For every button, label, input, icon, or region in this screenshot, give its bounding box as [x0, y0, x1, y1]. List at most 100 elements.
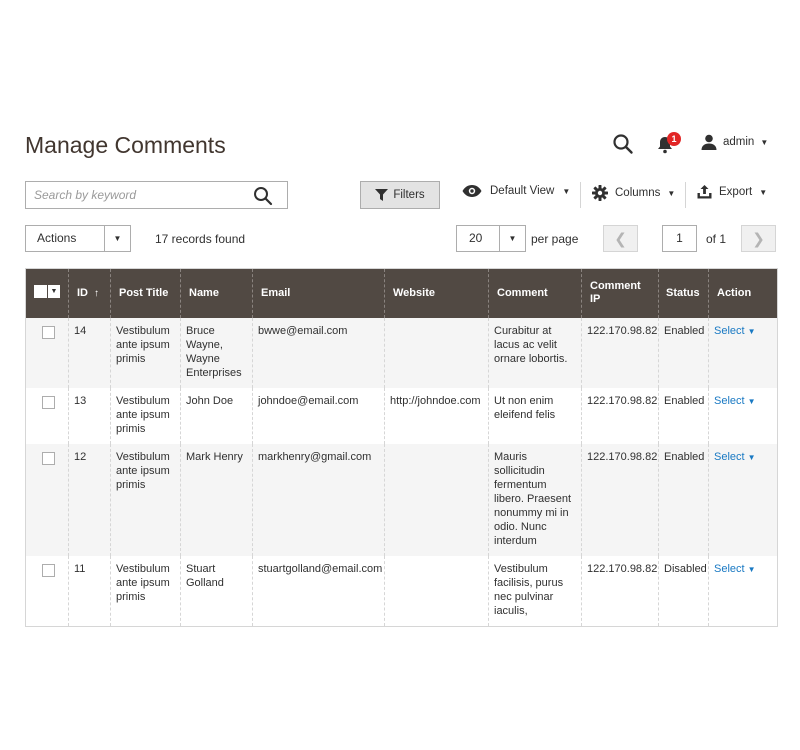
column-header-comment-ip[interactable]: Comment IP: [581, 268, 659, 318]
chevron-down-icon: ▼: [747, 452, 756, 462]
cell-post-title[interactable]: Vestibulum ante ipsum primis: [110, 317, 181, 388]
cell-action: Select ▼: [708, 443, 778, 556]
chevron-down-icon: ▼: [48, 284, 60, 298]
cell-name: John Doe: [180, 387, 253, 444]
toolbar-divider: [685, 182, 686, 208]
column-header-comment[interactable]: Comment: [488, 268, 582, 318]
row-checkbox[interactable]: [42, 451, 55, 465]
export-selector[interactable]: Export ▼: [697, 185, 767, 199]
page-number-input[interactable]: 1: [662, 225, 697, 252]
admin-user-menu[interactable]: admin ▼: [701, 134, 768, 150]
mass-select-header[interactable]: ▼: [25, 268, 69, 318]
cell-email[interactable]: bwwe@email.com: [252, 317, 385, 388]
cell-status: Enabled: [658, 387, 709, 444]
cell-comment: Curabitur at lacus ac velit ornare lobor…: [488, 317, 582, 388]
row-action-select[interactable]: Select ▼: [714, 451, 756, 463]
table-row: 14 Vestibulum ante ipsum primis Bruce Wa…: [25, 317, 778, 388]
search-icon[interactable]: [253, 186, 273, 206]
cell-email[interactable]: markhenry@gmail.com: [252, 443, 385, 556]
funnel-icon: [375, 189, 389, 201]
keyword-search-field[interactable]: [25, 181, 288, 209]
row-checkbox[interactable]: [42, 395, 55, 409]
cell-website[interactable]: http://johndoe.com: [384, 387, 489, 444]
cell-comment-ip: 122.170.98.82: [581, 555, 659, 626]
total-pages-label: of 1: [706, 232, 727, 246]
filters-button[interactable]: Filters: [360, 181, 440, 209]
cell-post-title[interactable]: Vestibulum ante ipsum primis: [110, 443, 181, 556]
cell-id: 14: [68, 317, 111, 388]
cell-name: Mark Henry: [180, 443, 253, 556]
column-header-status[interactable]: Status: [658, 268, 709, 318]
cell-action: Select ▼: [708, 555, 778, 626]
row-checkbox[interactable]: [42, 563, 55, 577]
per-page-select[interactable]: 20 ▼: [456, 225, 526, 252]
chevron-down-icon: ▼: [747, 564, 756, 574]
cell-name: Stuart Golland: [180, 555, 253, 626]
toolbar-divider: [580, 182, 581, 208]
column-header-name[interactable]: Name: [180, 268, 253, 318]
chevron-down-icon: ▼: [562, 186, 571, 196]
mass-select-checkbox[interactable]: ▼: [34, 284, 60, 298]
view-selector[interactable]: Default View ▼: [462, 185, 570, 197]
notifications-count-badge: 1: [667, 132, 681, 146]
cell-name: Bruce Wayne, Wayne Enterprises: [180, 317, 253, 388]
column-header-action: Action: [708, 268, 778, 318]
page-title: Manage Comments: [25, 132, 226, 158]
actions-label: Actions: [37, 231, 77, 245]
notifications-bell-icon[interactable]: 1: [656, 132, 682, 155]
cell-action: Select ▼: [708, 387, 778, 444]
previous-page-button[interactable]: ❮: [603, 225, 638, 252]
column-header-email[interactable]: Email: [252, 268, 385, 318]
row-select-cell: [25, 443, 69, 556]
table-row: 13 Vestibulum ante ipsum primis John Doe…: [25, 387, 778, 444]
cell-comment-ip: 122.170.98.82: [581, 443, 659, 556]
chevron-left-icon: ❮: [614, 230, 627, 248]
chevron-right-icon: ❯: [752, 230, 765, 248]
column-header-post-title[interactable]: Post Title: [110, 268, 181, 318]
chevron-down-icon: ▼: [760, 137, 769, 147]
row-select-cell: [25, 555, 69, 626]
column-header-website[interactable]: Website: [384, 268, 489, 318]
mass-actions-dropdown[interactable]: Actions ▼: [25, 225, 131, 252]
comments-grid: ▼ ID ↑ Post Title Name Email Website Comm…: [25, 268, 778, 627]
export-label: Export: [719, 186, 753, 198]
records-found-count: 17 records found: [155, 232, 246, 246]
chevron-down-icon: ▼: [667, 188, 676, 198]
global-search-icon[interactable]: [612, 133, 634, 155]
cell-email[interactable]: stuartgolland@email.com: [252, 555, 385, 626]
cell-email[interactable]: johndoe@email.com: [252, 387, 385, 444]
cell-comment: Mauris sollicitudin fermentum libero. Pr…: [488, 443, 582, 556]
table-row: 11 Vestibulum ante ipsum primis Stuart G…: [25, 555, 778, 626]
search-input[interactable]: [26, 182, 241, 208]
cell-status: Disabled: [658, 555, 709, 626]
row-action-select[interactable]: Select ▼: [714, 395, 756, 407]
cell-website[interactable]: [384, 555, 489, 626]
row-checkbox[interactable]: [42, 325, 55, 339]
admin-username: admin: [723, 136, 755, 148]
grid-header-row: ▼ ID ↑ Post Title Name Email Website Comm…: [25, 268, 778, 318]
cell-comment: Ut non enim eleifend felis: [488, 387, 582, 444]
sort-arrow-up-icon: ↑: [94, 287, 99, 299]
eye-icon: [462, 185, 482, 197]
next-page-button[interactable]: ❯: [741, 225, 776, 252]
chevron-down-icon: ▼: [104, 226, 130, 251]
view-label: Default View: [490, 185, 555, 197]
cell-website[interactable]: [384, 317, 489, 388]
filters-label: Filters: [393, 189, 425, 201]
cell-id: 11: [68, 555, 111, 626]
export-icon: [697, 185, 712, 199]
user-icon: [701, 134, 717, 150]
columns-selector[interactable]: Columns ▼: [592, 185, 675, 201]
cell-website[interactable]: [384, 443, 489, 556]
cell-post-title[interactable]: Vestibulum ante ipsum primis: [110, 555, 181, 626]
cell-action: Select ▼: [708, 317, 778, 388]
cell-post-title[interactable]: Vestibulum ante ipsum primis: [110, 387, 181, 444]
row-select-cell: [25, 317, 69, 388]
row-action-select[interactable]: Select ▼: [714, 563, 756, 575]
row-action-select[interactable]: Select ▼: [714, 325, 756, 337]
column-header-id[interactable]: ID ↑: [68, 268, 111, 318]
cell-status: Enabled: [658, 317, 709, 388]
chevron-down-icon: ▼: [759, 187, 768, 197]
cell-id: 12: [68, 443, 111, 556]
chevron-down-icon: ▼: [499, 226, 525, 251]
